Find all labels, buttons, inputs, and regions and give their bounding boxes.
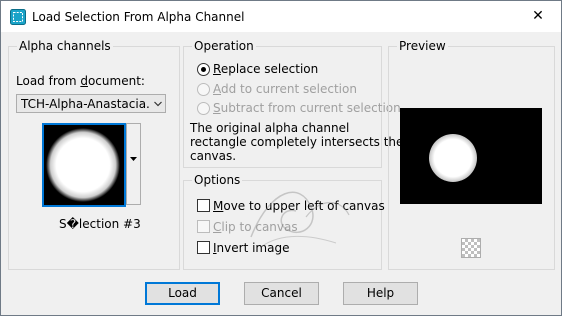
window-title: Load Selection From Alpha Channel (32, 10, 245, 24)
replace-selection-radio[interactable] (197, 63, 210, 76)
add-to-selection-label[interactable]: Add to current selection (213, 81, 357, 97)
invert-image-label[interactable]: Invert image (213, 240, 289, 256)
triangle-down-icon (130, 157, 137, 161)
replace-selection-label[interactable]: Replace selection (213, 61, 318, 77)
subtract-from-selection-label[interactable]: Subtract from current selection (213, 100, 401, 116)
chevron-down-icon (154, 101, 162, 107)
selection-name: S�lection #3 (59, 217, 141, 231)
operation-info-line-1: The original alpha channel (190, 121, 350, 135)
selection-app-icon (10, 9, 26, 25)
document-dropdown[interactable]: TCH-Alpha-Anastacia.psp (16, 94, 166, 113)
title-bar[interactable]: Load Selection From Alpha Channel ✕ (1, 1, 561, 32)
operation-info-line-2: rectangle completely intersects the (190, 135, 404, 149)
alpha-channels-title: Alpha channels (17, 38, 113, 54)
preview-title: Preview (397, 38, 448, 54)
subtract-from-selection-radio[interactable] (197, 102, 210, 115)
preview-selection-shape (429, 134, 477, 182)
invert-image-checkbox[interactable] (197, 241, 210, 254)
cancel-button[interactable]: Cancel (244, 282, 319, 305)
document-dropdown-value: TCH-Alpha-Anastacia.psp (21, 97, 149, 111)
dialog-window: Load Selection From Alpha Channel ✕ Alph… (0, 0, 562, 316)
thumbnail-circle-image (44, 125, 124, 205)
move-to-upper-left-checkbox[interactable] (197, 199, 210, 212)
move-to-upper-left-label[interactable]: Move to upper left of canvas (213, 198, 385, 214)
close-icon: ✕ (532, 8, 544, 24)
options-title: Options (192, 172, 243, 188)
clip-to-canvas-checkbox[interactable] (197, 220, 210, 233)
load-from-document-label: Load from document: (16, 74, 145, 88)
operation-info-line-3: canvas. (190, 149, 237, 163)
help-button[interactable]: Help (343, 282, 418, 305)
checkerboard-icon[interactable] (461, 238, 481, 258)
thumbnail-menu-button[interactable] (126, 123, 141, 205)
add-to-selection-radio[interactable] (197, 83, 210, 96)
close-button[interactable]: ✕ (515, 1, 561, 32)
radio-selected-dot (201, 67, 206, 72)
preview-canvas (400, 108, 542, 204)
clip-to-canvas-label[interactable]: Clip to canvas (213, 219, 298, 235)
operation-title: Operation (192, 38, 256, 54)
load-button[interactable]: Load (145, 282, 220, 305)
channel-thumbnail[interactable] (42, 123, 126, 207)
